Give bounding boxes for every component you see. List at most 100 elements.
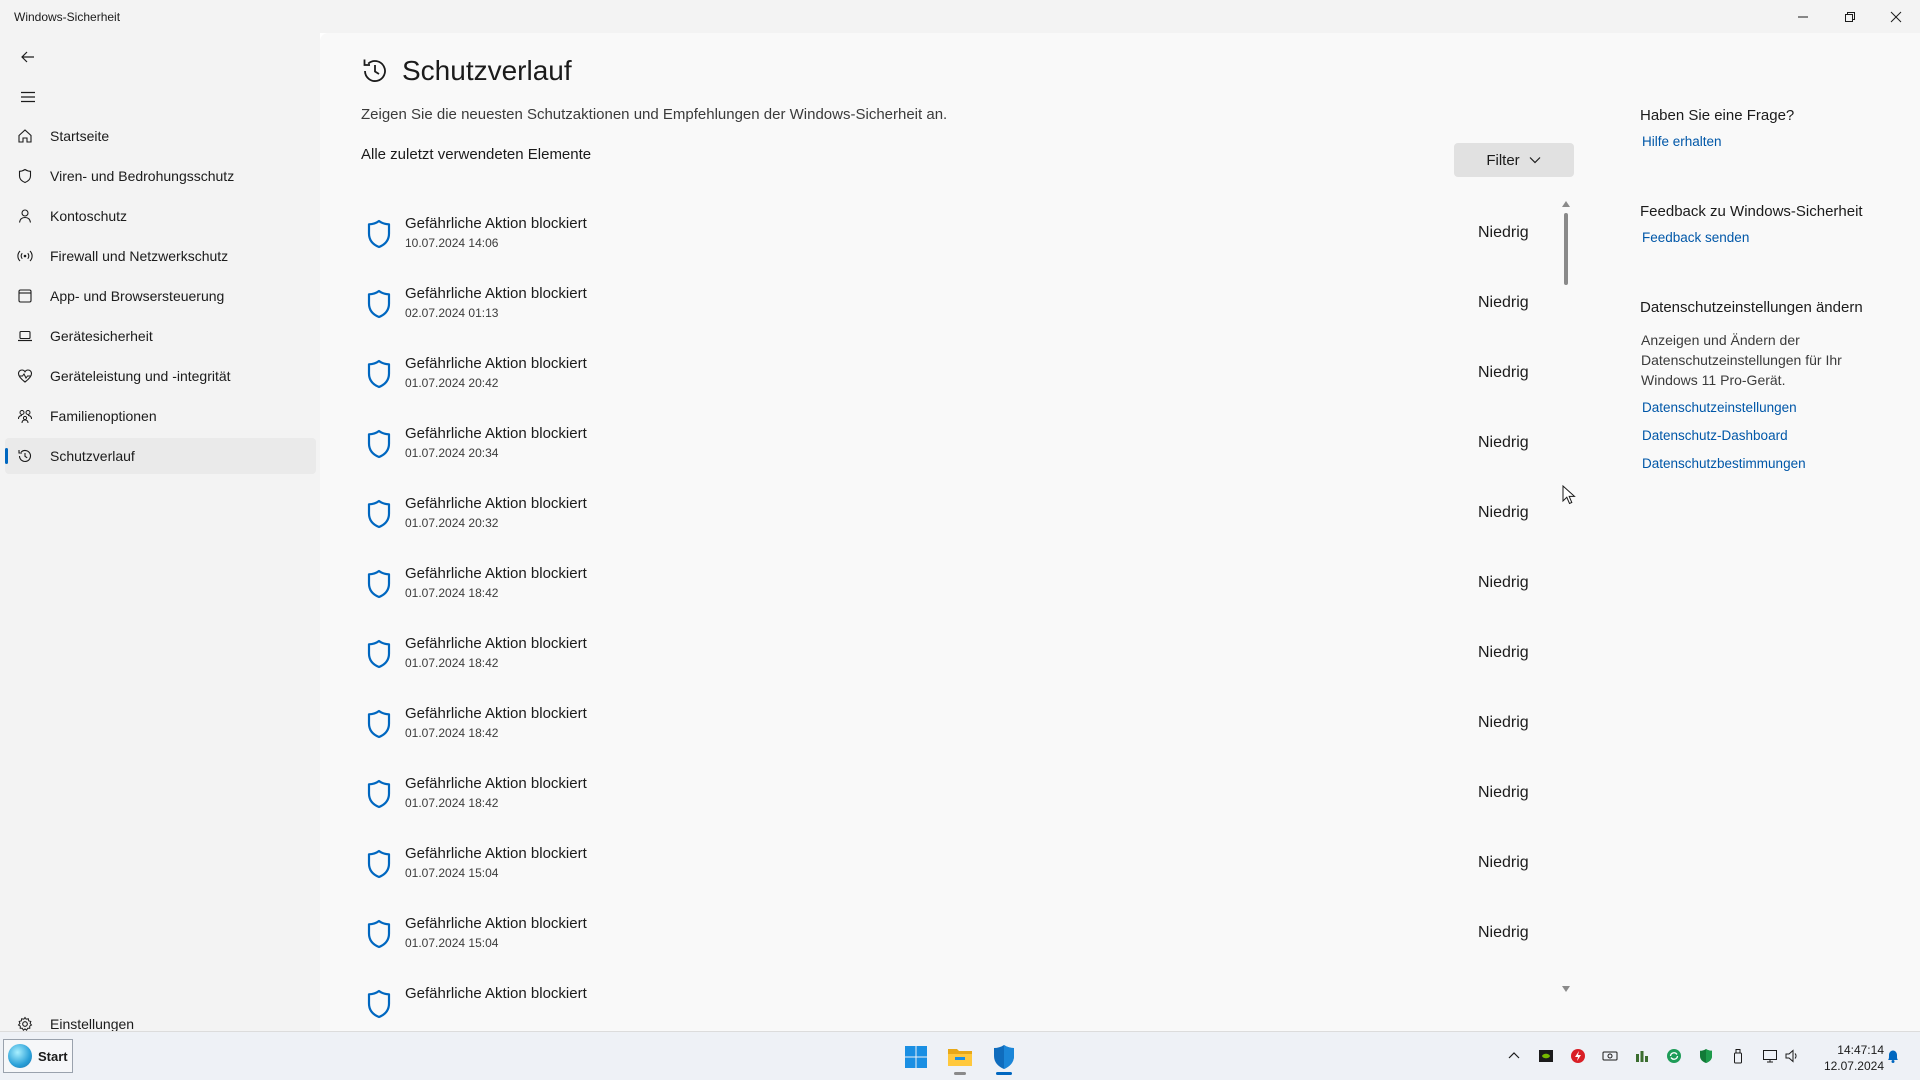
item-severity: Niedrig	[1478, 434, 1529, 451]
item-severity: Niedrig	[1478, 714, 1529, 731]
list-item[interactable]: Gefährliche Aktion blockiert 10.07.2024 1…	[360, 201, 1560, 271]
scroll-up-arrow[interactable]	[1562, 201, 1570, 207]
restore-icon	[1845, 11, 1855, 22]
taskbar-file-explorer-button[interactable]	[940, 1037, 980, 1077]
filter-button[interactable]: Filter	[1454, 143, 1574, 177]
list-item[interactable]: Gefährliche Aktion blockiert 01.07.2024 1…	[360, 831, 1560, 901]
sidebar-item-label: Viren- und Bedrohungsschutz	[50, 168, 235, 184]
item-severity: Niedrig	[1478, 574, 1529, 591]
item-title: Gefährliche Aktion blockiert	[405, 565, 587, 582]
hamburger-icon	[21, 91, 35, 103]
taskbar-windows-button[interactable]	[896, 1037, 936, 1077]
back-button[interactable]	[12, 41, 44, 73]
shield-icon	[367, 779, 391, 809]
laptop-icon	[16, 327, 34, 345]
restore-button[interactable]	[1827, 0, 1873, 33]
sidebar-item-app-browser[interactable]: App- und Browsersteuerung	[5, 278, 316, 314]
sidebar-item-schutzverlauf[interactable]: Schutzverlauf	[5, 438, 316, 474]
item-title: Gefährliche Aktion blockiert	[405, 355, 587, 372]
sidebar-item-startseite[interactable]: Startseite	[5, 118, 316, 154]
sync-icon[interactable]	[1665, 1047, 1683, 1065]
list-item[interactable]: Gefährliche Aktion blockiert 01.07.2024 2…	[360, 481, 1560, 551]
item-title: Gefährliche Aktion blockiert	[405, 915, 587, 932]
privacy-dashboard-link[interactable]: Datenschutz-Dashboard	[1642, 428, 1788, 443]
shield-icon	[367, 919, 391, 949]
sidebar-item-kontoschutz[interactable]: Kontoschutz	[5, 198, 316, 234]
red-app-icon[interactable]	[1569, 1047, 1587, 1065]
shield-icon	[367, 219, 391, 249]
list-item[interactable]: Gefährliche Aktion blockiert 01.07.2024 1…	[360, 691, 1560, 761]
sidebar-item-label: Startseite	[50, 128, 110, 144]
windows-security-icon	[994, 1045, 1014, 1069]
feedback-heading: Feedback zu Windows-Sicherheit	[1640, 203, 1863, 220]
sidebar-item-viren[interactable]: Viren- und Bedrohungsschutz	[5, 158, 316, 194]
privacy-statement-link[interactable]: Datenschutzbestimmungen	[1642, 456, 1806, 471]
title-bar: Windows-Sicherheit	[0, 0, 1920, 33]
sidebar-item-geraeteleistung[interactable]: Geräteleistung und -integrität	[5, 358, 316, 394]
sidebar-item-label: Gerätesicherheit	[50, 328, 153, 344]
list-item[interactable]: Gefährliche Aktion blockiert 01.07.2024 1…	[360, 901, 1560, 971]
defender-shield-icon[interactable]	[1697, 1047, 1715, 1065]
list-item[interactable]: Gefährliche Aktion blockiert 01.07.2024 2…	[360, 341, 1560, 411]
sidebar-item-label: Geräteleistung und -integrität	[50, 368, 231, 384]
history-icon	[363, 59, 386, 82]
privacy-description: Anzeigen und Ändern der Datenschutzeinst…	[1641, 332, 1842, 388]
sidebar-item-geraetesicherheit[interactable]: Gerätesicherheit	[5, 318, 316, 354]
app-window-icon	[16, 287, 34, 305]
item-severity: Niedrig	[1478, 294, 1529, 311]
item-date: 01.07.2024 18:42	[405, 656, 499, 670]
cd-drive-icon[interactable]	[1601, 1047, 1619, 1065]
scroll-down-arrow[interactable]	[1562, 986, 1570, 992]
shield-icon	[367, 639, 391, 669]
list-item[interactable]: Gefährliche Aktion blockiert 01.07.2024 1…	[360, 621, 1560, 691]
volume-icon[interactable]	[1783, 1047, 1801, 1065]
minimize-button[interactable]	[1780, 0, 1826, 33]
clock-time: 14:47:14	[1837, 1043, 1884, 1057]
section-label: Alle zuletzt verwendeten Elemente	[361, 146, 592, 163]
item-severity: Niedrig	[1478, 364, 1529, 381]
notification-bell-icon[interactable]	[1884, 1047, 1902, 1065]
taskbar-windows-security-button[interactable]	[984, 1037, 1024, 1077]
privacy-settings-link[interactable]: Datenschutzeinstellungen	[1642, 400, 1797, 415]
list-item[interactable]: Gefährliche Aktion blockiert 01.07.2024 1…	[360, 761, 1560, 831]
item-date: 01.07.2024 20:32	[405, 516, 499, 530]
wifi-antenna-icon	[16, 247, 34, 265]
list-item[interactable]: Gefährliche Aktion blockiert	[360, 971, 1560, 1031]
shield-icon	[367, 359, 391, 389]
windows-logo-icon	[905, 1046, 927, 1068]
network-icon[interactable]	[1761, 1047, 1779, 1065]
sidebar-item-firewall[interactable]: Firewall und Netzwerkschutz	[5, 238, 316, 274]
page-title: Schutzverlauf	[402, 55, 572, 86]
minimize-icon	[1798, 16, 1808, 17]
list-item[interactable]: Gefährliche Aktion blockiert 01.07.2024 2…	[360, 411, 1560, 481]
shield-icon	[367, 289, 391, 319]
item-title: Gefährliche Aktion blockiert	[405, 705, 587, 722]
item-severity: Niedrig	[1478, 924, 1529, 941]
item-title: Gefährliche Aktion blockiert	[405, 985, 587, 1002]
feedback-link[interactable]: Feedback senden	[1642, 230, 1749, 245]
item-title: Gefährliche Aktion blockiert	[405, 495, 587, 512]
sidebar-item-label: App- und Browsersteuerung	[50, 288, 225, 304]
taskbar-clock[interactable]: 14:47:14 12.07.2024	[1806, 1042, 1884, 1074]
sound-blaster-icon[interactable]	[1633, 1047, 1651, 1065]
start-button[interactable]: Start	[3, 1039, 73, 1073]
list-item[interactable]: Gefährliche Aktion blockiert 01.07.2024 1…	[360, 551, 1560, 621]
item-title: Gefährliche Aktion blockiert	[405, 635, 587, 652]
hamburger-menu-button[interactable]	[12, 81, 44, 113]
scrollbar-thumb[interactable]	[1564, 213, 1568, 285]
close-button[interactable]	[1873, 0, 1919, 33]
active-indicator	[5, 448, 8, 464]
sidebar-item-label: Schutzverlauf	[50, 448, 135, 464]
page-header: Schutzverlauf	[360, 55, 572, 87]
chevron-up-icon[interactable]	[1505, 1047, 1523, 1065]
list-item[interactable]: Gefährliche Aktion blockiert 02.07.2024 0…	[360, 271, 1560, 341]
active-indicator	[996, 1072, 1012, 1075]
help-link[interactable]: Hilfe erhalten	[1642, 134, 1722, 149]
start-orb-icon	[8, 1044, 32, 1068]
window-title: Windows-Sicherheit	[14, 10, 121, 24]
usb-eject-icon[interactable]	[1729, 1047, 1747, 1065]
shield-icon	[367, 989, 391, 1019]
sidebar-item-familienoptionen[interactable]: Familienoptionen	[5, 398, 316, 434]
nvidia-icon[interactable]	[1537, 1047, 1555, 1065]
item-date: 01.07.2024 15:04	[405, 866, 499, 880]
